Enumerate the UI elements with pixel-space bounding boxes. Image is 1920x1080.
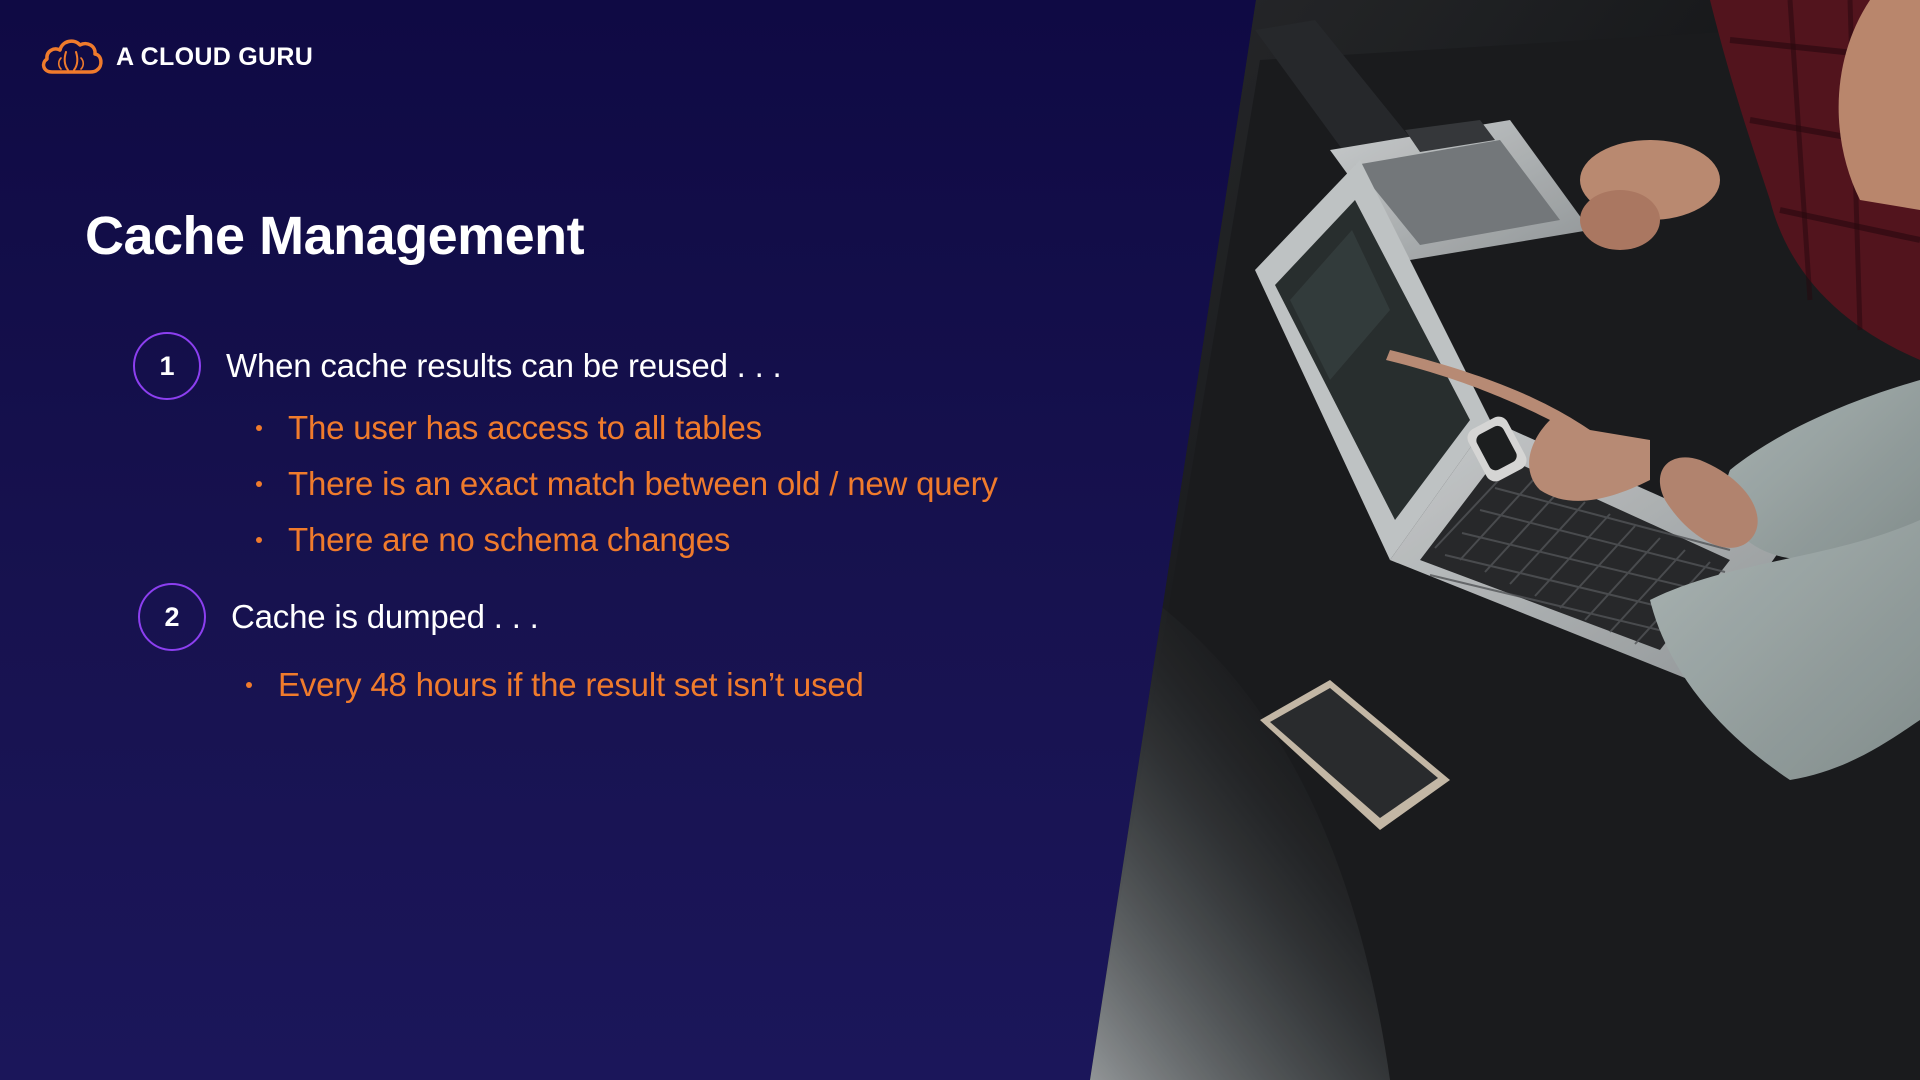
section-1: 1 When cache results can be reused . . .… <box>133 332 998 568</box>
bullet-dot-icon <box>256 481 262 487</box>
bullet-text: There is an exact match between old / ne… <box>288 465 998 502</box>
photo-people-at-laptops <box>1090 0 1920 1080</box>
photo-illustration <box>1090 0 1920 1080</box>
section-heading: Cache is dumped . . . <box>231 598 539 635</box>
bullet-text: The user has access to all tables <box>288 409 762 446</box>
slide: A CLOUD GURU Cache Management 1 When cac… <box>0 0 1920 1080</box>
section-number-badge: 1 <box>133 332 201 400</box>
bullet-dot-icon <box>256 425 262 431</box>
bullet-item: The user has access to all tables <box>256 400 998 456</box>
bullet-text: There are no schema changes <box>288 521 731 558</box>
section-heading: When cache results can be reused . . . <box>226 347 782 384</box>
bullet-dot-icon <box>246 682 252 688</box>
bullet-list: Every 48 hours if the result set isn’t u… <box>246 657 864 713</box>
bullet-text: Every 48 hours if the result set isn’t u… <box>278 666 864 703</box>
bullet-item: There is an exact match between old / ne… <box>256 456 998 512</box>
section-number-badge: 2 <box>138 583 206 651</box>
bullet-dot-icon <box>256 537 262 543</box>
bullet-item: Every 48 hours if the result set isn’t u… <box>246 657 864 713</box>
cloud-icon <box>41 39 103 74</box>
section-2: 2 Cache is dumped . . . Every 48 hours i… <box>138 583 864 713</box>
bullet-list: The user has access to all tables There … <box>256 400 998 568</box>
section-1-header: 1 When cache results can be reused . . . <box>133 332 998 400</box>
section-2-header: 2 Cache is dumped . . . <box>138 583 864 651</box>
slide-title: Cache Management <box>85 206 585 266</box>
logo-text: A CLOUD GURU <box>116 42 314 71</box>
bullet-item: There are no schema changes <box>256 512 998 568</box>
logo: A CLOUD GURU <box>38 36 313 78</box>
